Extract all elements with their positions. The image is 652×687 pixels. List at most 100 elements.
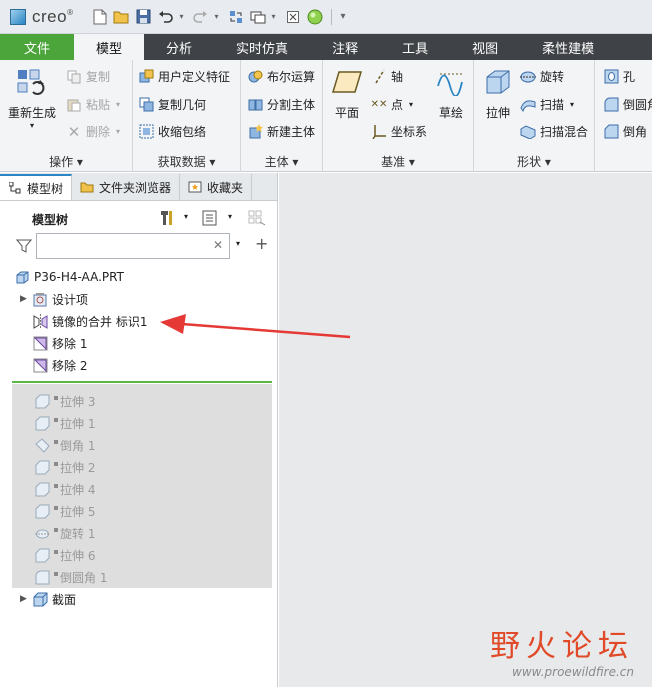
tree-search-input[interactable]: ✕ [36, 233, 230, 259]
tree-item-label: 倒角 1 [60, 438, 96, 453]
filter-icon[interactable] [15, 238, 33, 257]
show-icon[interactable] [202, 210, 218, 229]
tree-item-round-1[interactable]: 倒圆角 1 [34, 567, 107, 587]
graphics-window[interactable] [279, 173, 652, 687]
tree-item-mirror-merge[interactable]: 镜像的合并 标识1 [32, 311, 147, 331]
round-button[interactable]: 倒圆角 [603, 96, 652, 113]
copy-button[interactable]: 复制 [66, 68, 110, 85]
extrude-big-icon [482, 66, 514, 98]
swept-blend-button[interactable]: 扫描混合 [520, 123, 588, 140]
tab-view[interactable]: 视图 [450, 34, 520, 60]
plane-button[interactable]: 平面 [331, 66, 363, 121]
toolbar-separator [331, 8, 333, 25]
clear-search-icon[interactable]: ✕ [213, 238, 223, 252]
tree-item-remove-1[interactable]: 移除 1 [32, 333, 87, 353]
tree-item-revolve-1[interactable]: 旋转 1 [34, 523, 95, 543]
close-window-icon[interactable] [284, 8, 301, 25]
tree-item-extrude-6[interactable]: 拉伸 6 [34, 545, 95, 565]
title-bar: creo ® ▾ ▾ ▾ ▾ [0, 0, 652, 34]
tree-item-extrude-2[interactable]: 拉伸 2 [34, 457, 95, 477]
expand-arrow-icon[interactable]: ▶ [20, 294, 32, 304]
tab-folder-browser[interactable]: 文件夹浏览器 [72, 174, 181, 200]
open-icon[interactable] [113, 8, 130, 25]
group-operations-label[interactable]: 操作 ▾ [0, 153, 132, 170]
extrude-button[interactable]: 拉伸 [482, 66, 514, 121]
paste-button[interactable]: 粘贴 ▾ [66, 96, 120, 113]
group-operations: 重新生成 ▾ 复制 粘贴 ▾ ✕ 删除 ▾ 操作 ▾ [0, 60, 133, 172]
undo-dropdown-icon[interactable]: ▾ [179, 12, 187, 21]
new-icon[interactable] [91, 8, 108, 25]
tree-item-extrude-5[interactable]: 拉伸 5 [34, 501, 95, 521]
shrinkwrap-button[interactable]: 收缩包络 [138, 123, 206, 140]
tab-model[interactable]: 模型 [74, 34, 145, 60]
appearance-icon[interactable] [306, 8, 323, 25]
csys-button[interactable]: 坐标系 [371, 123, 427, 140]
point-dropdown-icon[interactable]: ▾ [409, 100, 413, 109]
windows-dropdown-icon[interactable]: ▾ [271, 12, 279, 21]
sketch-button[interactable]: 草绘 [435, 66, 467, 121]
axis-button[interactable]: 轴 [371, 68, 403, 85]
customize-toolbar-icon[interactable]: ▾ [340, 11, 348, 22]
columns-icon[interactable] [248, 210, 266, 229]
tree-item-section[interactable]: ▶ 截面 [20, 589, 76, 609]
tab-tools[interactable]: 工具 [380, 34, 450, 60]
regenerate-icon[interactable] [227, 8, 244, 25]
split-body-label: 分割主体 [267, 98, 316, 112]
tree-item-remove-2[interactable]: 移除 2 [32, 355, 87, 375]
tree-item-chamfer-1[interactable]: 倒角 1 [34, 435, 95, 455]
redo-dropdown-icon[interactable]: ▾ [214, 12, 222, 21]
regenerate-dropdown-icon[interactable]: ▾ [30, 121, 34, 130]
group-body-label[interactable]: 主体 ▾ [241, 153, 322, 170]
group-datum-label[interactable]: 基准 ▾ [323, 153, 473, 170]
split-body-button[interactable]: 分割主体 [247, 96, 315, 113]
save-icon[interactable] [135, 8, 152, 25]
paste-dropdown-icon[interactable]: ▾ [116, 100, 120, 109]
new-body-button[interactable]: 新建主体 [247, 123, 315, 140]
group-shapes-label[interactable]: 形状 ▾ [474, 153, 594, 170]
settings-dropdown-icon[interactable]: ▾ [184, 212, 188, 221]
copy-geometry-button[interactable]: 复制几何 [138, 96, 206, 113]
tab-favorites[interactable]: 收藏夹 [180, 174, 253, 200]
tab-analysis[interactable]: 分析 [144, 34, 214, 60]
tab-folder-browser-label: 文件夹浏览器 [99, 180, 172, 195]
undo-icon[interactable] [157, 8, 174, 25]
add-filter-icon[interactable]: + [255, 234, 268, 253]
chamfer-icon [34, 437, 50, 453]
group-shapes: 拉伸 旋转 扫描 ▾ 扫描混合 形状 ▾ [474, 60, 595, 172]
chamfer-button[interactable]: 倒角 [603, 123, 647, 140]
delete-icon: ✕ [67, 122, 81, 141]
group-get-data-label[interactable]: 获取数据 ▾ [133, 153, 240, 170]
revolve-button[interactable]: 旋转 [520, 68, 564, 85]
extrude-icon [34, 547, 50, 563]
search-dropdown-icon[interactable]: ▾ [236, 239, 240, 248]
show-dropdown-icon[interactable]: ▾ [228, 212, 232, 221]
round-icon [603, 97, 619, 113]
tree-item-design-items[interactable]: ▶ 设计项 [20, 289, 88, 309]
tree-root-node[interactable]: P36-H4-AA.PRT [14, 267, 124, 287]
tab-live-simulation[interactable]: 实时仿真 [214, 34, 310, 60]
tab-model-tree[interactable]: 模型树 [0, 174, 73, 200]
forum-watermark: 野火论坛 www.proewildfire.cn [490, 621, 634, 679]
delete-dropdown-icon[interactable]: ▾ [116, 127, 120, 136]
boolean-button[interactable]: 布尔运算 [247, 68, 315, 85]
tree-item-extrude-1[interactable]: 拉伸 1 [34, 413, 95, 433]
sweep-dropdown-icon[interactable]: ▾ [570, 100, 574, 109]
sweep-button[interactable]: 扫描 ▾ [520, 96, 574, 113]
point-button[interactable]: ✕✕ 点 ▾ [371, 96, 413, 113]
redo-icon[interactable] [192, 8, 209, 25]
settings-hammer-icon[interactable] [160, 209, 178, 230]
hole-button[interactable]: 孔 [603, 68, 635, 85]
windows-icon[interactable] [249, 8, 266, 25]
expand-arrow-icon[interactable]: ▶ [20, 594, 32, 604]
new-body-icon [247, 124, 263, 140]
delete-button[interactable]: ✕ 删除 ▾ [66, 122, 120, 141]
group-engineering: 孔 倒圆角 倒角 [595, 60, 652, 172]
regenerate-button[interactable]: 重新生成 ▾ [8, 66, 56, 130]
tree-item-extrude-3[interactable]: 拉伸 3 [34, 391, 95, 411]
tab-annotate[interactable]: 注释 [310, 34, 380, 60]
tab-file[interactable]: 文件 [0, 34, 75, 60]
tab-flexible-modeling[interactable]: 柔性建模 [520, 34, 616, 60]
tree-item-extrude-4[interactable]: 拉伸 4 [34, 479, 95, 499]
insert-here-marker[interactable] [12, 381, 272, 383]
udf-button[interactable]: 用户定义特征 [138, 68, 230, 85]
